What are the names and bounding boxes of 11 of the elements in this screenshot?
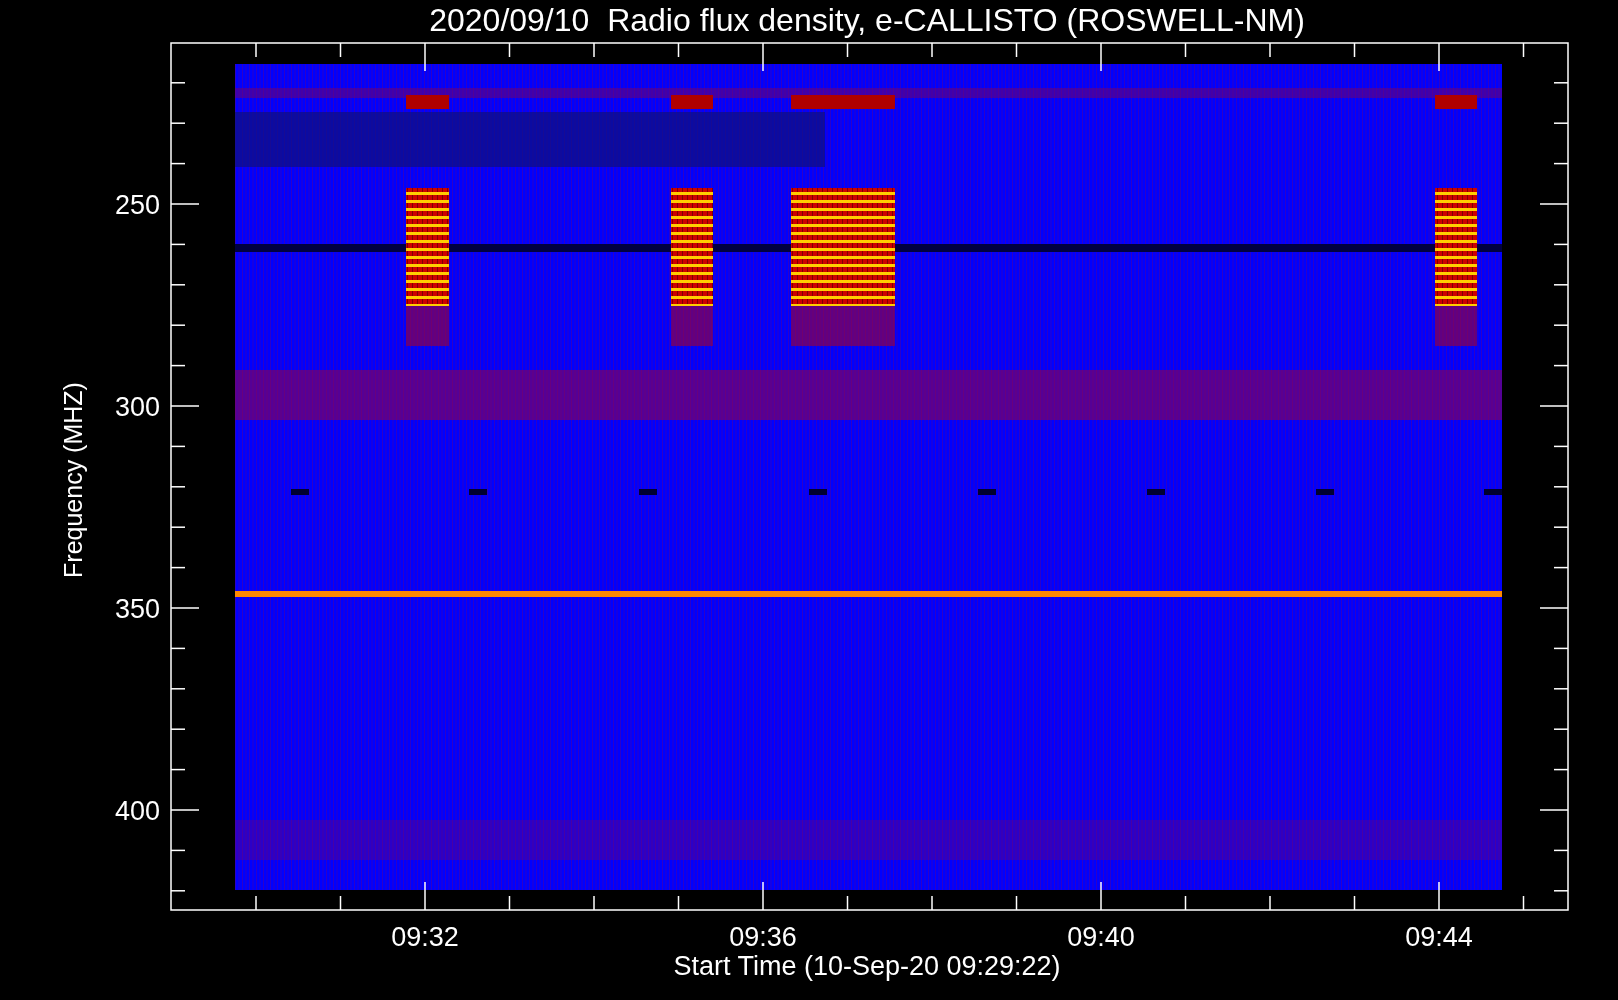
x-tick-label: 09:36	[729, 922, 797, 952]
x-tick-label: 09:32	[391, 922, 459, 952]
y-tick-label: 300	[114, 392, 160, 422]
x-tick-label: 09:40	[1067, 922, 1135, 952]
y-axis-label: Frequency (MHZ)	[59, 382, 87, 578]
x-tick-label: 09:44	[1405, 922, 1473, 952]
y-tick-label: 400	[114, 796, 160, 826]
x-axis-label: Start Time (10-Sep-20 09:29:22)	[673, 951, 1061, 981]
y-tick-label: 350	[114, 594, 160, 624]
chart-title: 2020/09/10 Radio flux density, e-CALLISTO (ROSWELL-NM)	[429, 4, 1305, 36]
y-tick-label: 250	[114, 190, 160, 220]
